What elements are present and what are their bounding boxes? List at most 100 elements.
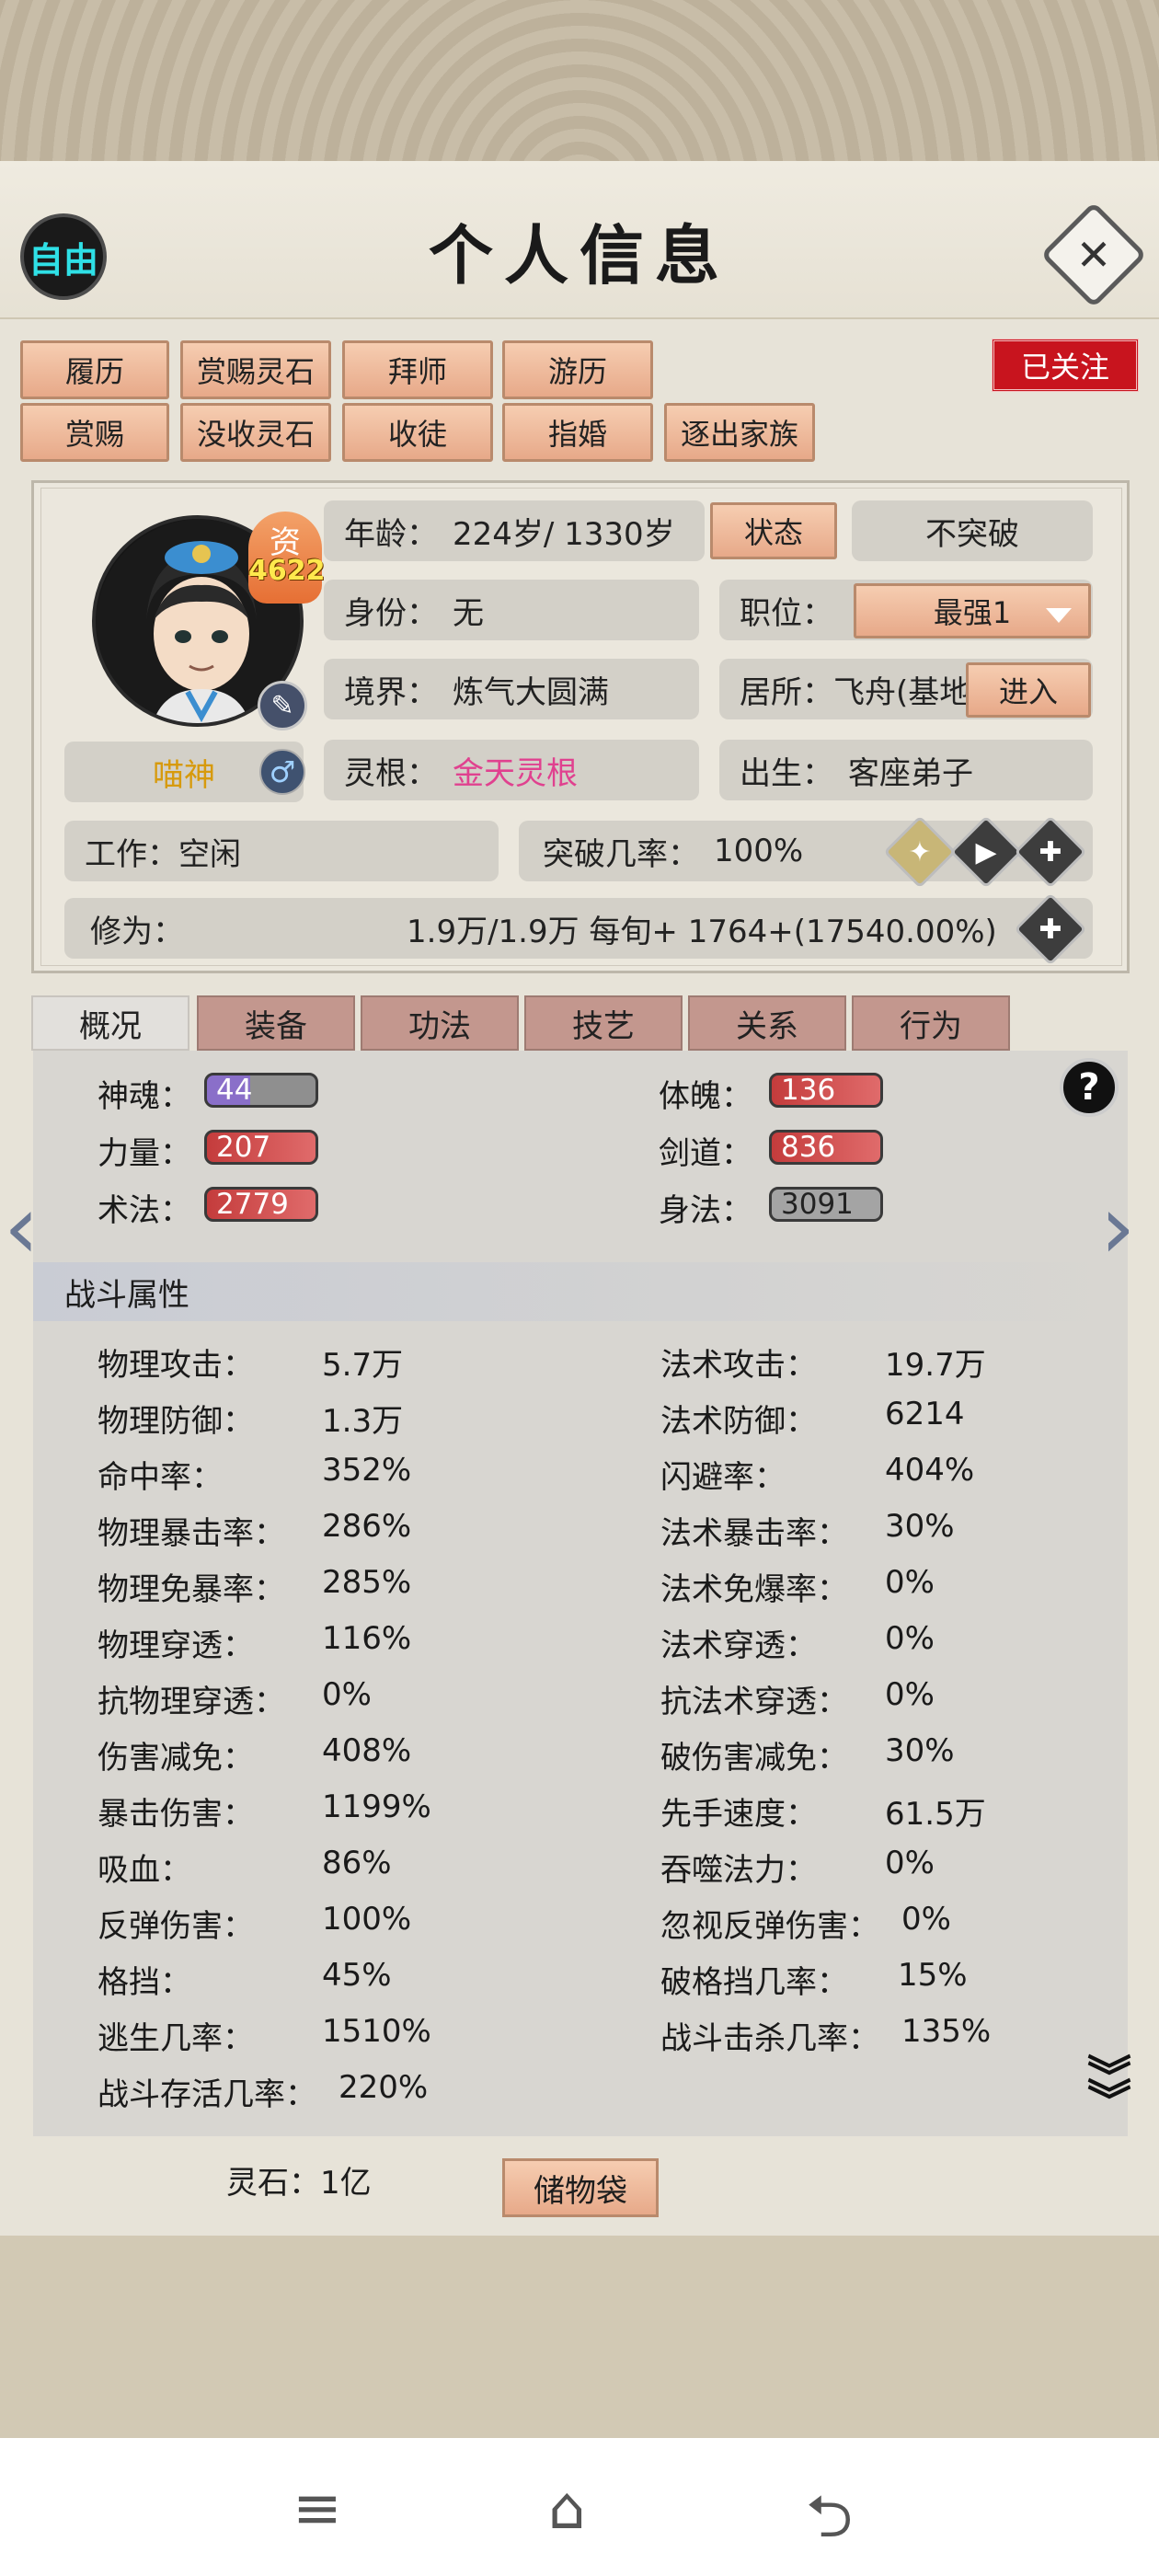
action-apprentice-button[interactable]: 拜师 bbox=[342, 340, 493, 399]
origin-field: 出生： 客座弟子 bbox=[719, 740, 1093, 800]
menu-icon[interactable]: ≡ bbox=[293, 2475, 342, 2543]
stat-label: 物理防御： bbox=[98, 1403, 254, 1440]
cultivation-field: 修为： 1.9万/1.9万 每旬+ 1764+(17540.00%) bbox=[64, 898, 1093, 959]
stat-value: 285% bbox=[322, 1564, 412, 1601]
attr-label-sword: 剑道： bbox=[659, 1135, 752, 1172]
origin-value: 客座弟子 bbox=[848, 754, 973, 792]
identity-value: 无 bbox=[453, 594, 484, 632]
attr-label-agility: 身法： bbox=[659, 1192, 752, 1229]
cultivation-value: 1.9万/1.9万 每旬+ 1764+(17540.00%) bbox=[407, 913, 997, 950]
stat-label: 法术穿透： bbox=[660, 1627, 817, 1664]
spirit-stones-count: 灵石：1亿 bbox=[226, 2165, 372, 2202]
position-value: 最强1 bbox=[933, 595, 1012, 630]
realm-value: 炼气大圆满 bbox=[453, 673, 609, 711]
stat-value: 5.7万 bbox=[322, 1347, 404, 1384]
stat-label: 战斗击杀几率： bbox=[660, 2020, 879, 2057]
stat-label: 法术免爆率： bbox=[660, 1571, 848, 1608]
stat-value: 1199% bbox=[322, 1788, 431, 1825]
edit-pen-icon[interactable]: ✎ bbox=[258, 681, 307, 730]
gender-male-icon: ♂ bbox=[259, 749, 305, 795]
tab-relations[interactable]: 关系 bbox=[688, 995, 846, 1051]
action-travel-button[interactable]: 游历 bbox=[502, 340, 653, 399]
stat-value: 30% bbox=[885, 1508, 955, 1545]
stat-value: 19.7万 bbox=[885, 1347, 986, 1384]
stat-value: 0% bbox=[885, 1676, 935, 1713]
stat-value: 61.5万 bbox=[885, 1796, 986, 1833]
residence-value: 飞舟(基地 bbox=[833, 673, 971, 711]
stat-label: 抗法术穿透： bbox=[660, 1684, 848, 1720]
stat-label: 忽视反弹伤害： bbox=[660, 1908, 879, 1945]
action-take-disciple-button[interactable]: 收徒 bbox=[342, 403, 493, 462]
tab-equipment[interactable]: 装备 bbox=[197, 995, 355, 1051]
tab-techniques[interactable]: 功法 bbox=[361, 995, 519, 1051]
stat-label: 抗物理穿透： bbox=[98, 1684, 285, 1720]
stat-value: 0% bbox=[885, 1564, 935, 1601]
stat-value: 408% bbox=[322, 1732, 412, 1769]
stat-value: 286% bbox=[322, 1508, 412, 1545]
action-arrange-marriage-button[interactable]: 指婚 bbox=[502, 403, 653, 462]
stat-label: 物理攻击： bbox=[98, 1347, 254, 1384]
expand-more-icon[interactable]: ︾ ︾ bbox=[1087, 2055, 1131, 2123]
stat-label: 先手速度： bbox=[660, 1796, 817, 1833]
stat-label: 物理穿透： bbox=[98, 1627, 254, 1664]
combat-section-heading: 战斗属性 bbox=[33, 1262, 1128, 1321]
action-history-button[interactable]: 履历 bbox=[20, 340, 169, 399]
stat-label: 伤害减免： bbox=[98, 1740, 254, 1777]
stat-value: 352% bbox=[322, 1452, 412, 1489]
bottom-background bbox=[0, 2236, 1159, 2438]
attr-value-sword: 836 bbox=[769, 1130, 883, 1165]
stat-label: 法术暴击率： bbox=[660, 1515, 848, 1552]
stat-label: 暴击伤害： bbox=[98, 1796, 254, 1833]
storage-bag-button[interactable]: 储物袋 bbox=[502, 2158, 659, 2217]
attr-value-agility: 3091 bbox=[769, 1187, 883, 1222]
stat-label: 吞噬法力： bbox=[660, 1852, 817, 1889]
top-background bbox=[0, 0, 1159, 161]
breakthrough-toggle[interactable]: 不突破 bbox=[852, 500, 1093, 561]
tab-behavior[interactable]: 行为 bbox=[852, 995, 1010, 1051]
action-reward-button[interactable]: 赏赐 bbox=[20, 403, 169, 462]
action-expel-button[interactable]: 逐出家族 bbox=[664, 403, 815, 462]
identity-field: 身份： 无 bbox=[324, 580, 699, 640]
attr-value-spell: 2779 bbox=[204, 1187, 318, 1222]
spirit-root-label: 灵根： bbox=[344, 754, 438, 792]
stat-value: 220% bbox=[339, 2069, 429, 2106]
follow-button[interactable]: 已关注 bbox=[992, 339, 1139, 392]
stat-value: 0% bbox=[885, 1620, 935, 1657]
stat-value: 0% bbox=[901, 1901, 951, 1938]
tab-overview[interactable]: 概况 bbox=[31, 995, 189, 1051]
stat-value: 100% bbox=[322, 1901, 412, 1938]
home-icon[interactable]: ⌂ bbox=[548, 2475, 586, 2543]
stat-value: 1.3万 bbox=[322, 1403, 404, 1440]
work-field: 工作： 空闲 bbox=[64, 821, 499, 881]
close-icon: ✕ bbox=[1075, 230, 1112, 280]
work-value: 空闲 bbox=[178, 835, 241, 873]
stat-value: 116% bbox=[322, 1620, 412, 1657]
action-confiscate-stones-button[interactable]: 没收灵石 bbox=[180, 403, 331, 462]
back-icon[interactable]: ⮌ bbox=[806, 2475, 853, 2574]
age-value: 224岁/ 1330岁 bbox=[453, 515, 675, 553]
residence-label: 居所： bbox=[740, 673, 833, 711]
attr-value-physique: 136 bbox=[769, 1073, 883, 1108]
tab-skills[interactable]: 技艺 bbox=[524, 995, 683, 1051]
attr-label-spell: 术法： bbox=[98, 1192, 191, 1229]
realm-label: 境界： bbox=[344, 673, 438, 711]
stat-value: 86% bbox=[322, 1845, 392, 1881]
stat-value: 404% bbox=[885, 1452, 975, 1489]
stat-label: 命中率： bbox=[98, 1459, 223, 1496]
status-button[interactable]: 状态 bbox=[710, 502, 837, 559]
system-nav-bar: ≡ ⌂ ⮌ bbox=[0, 2438, 1159, 2576]
stat-label: 法术攻击： bbox=[660, 1347, 817, 1384]
action-reward-stones-button[interactable]: 赏赐灵石 bbox=[180, 340, 331, 399]
position-dropdown[interactable]: 最强1 bbox=[854, 583, 1091, 638]
enter-button[interactable]: 进入 bbox=[966, 662, 1091, 718]
stat-label: 反弹伤害： bbox=[98, 1908, 254, 1945]
stat-label: 战斗存活几率： bbox=[98, 2076, 316, 2113]
stat-label: 法术防御： bbox=[660, 1403, 817, 1440]
help-icon[interactable]: ? bbox=[1060, 1058, 1119, 1117]
work-label: 工作： bbox=[85, 835, 178, 873]
breakthrough-rate-label: 突破几率： bbox=[543, 835, 699, 873]
stat-label: 物理暴击率： bbox=[98, 1515, 285, 1552]
stat-label: 物理免暴率： bbox=[98, 1571, 285, 1608]
stat-value: 0% bbox=[322, 1676, 372, 1713]
aptitude-value: 4622 bbox=[248, 555, 326, 587]
